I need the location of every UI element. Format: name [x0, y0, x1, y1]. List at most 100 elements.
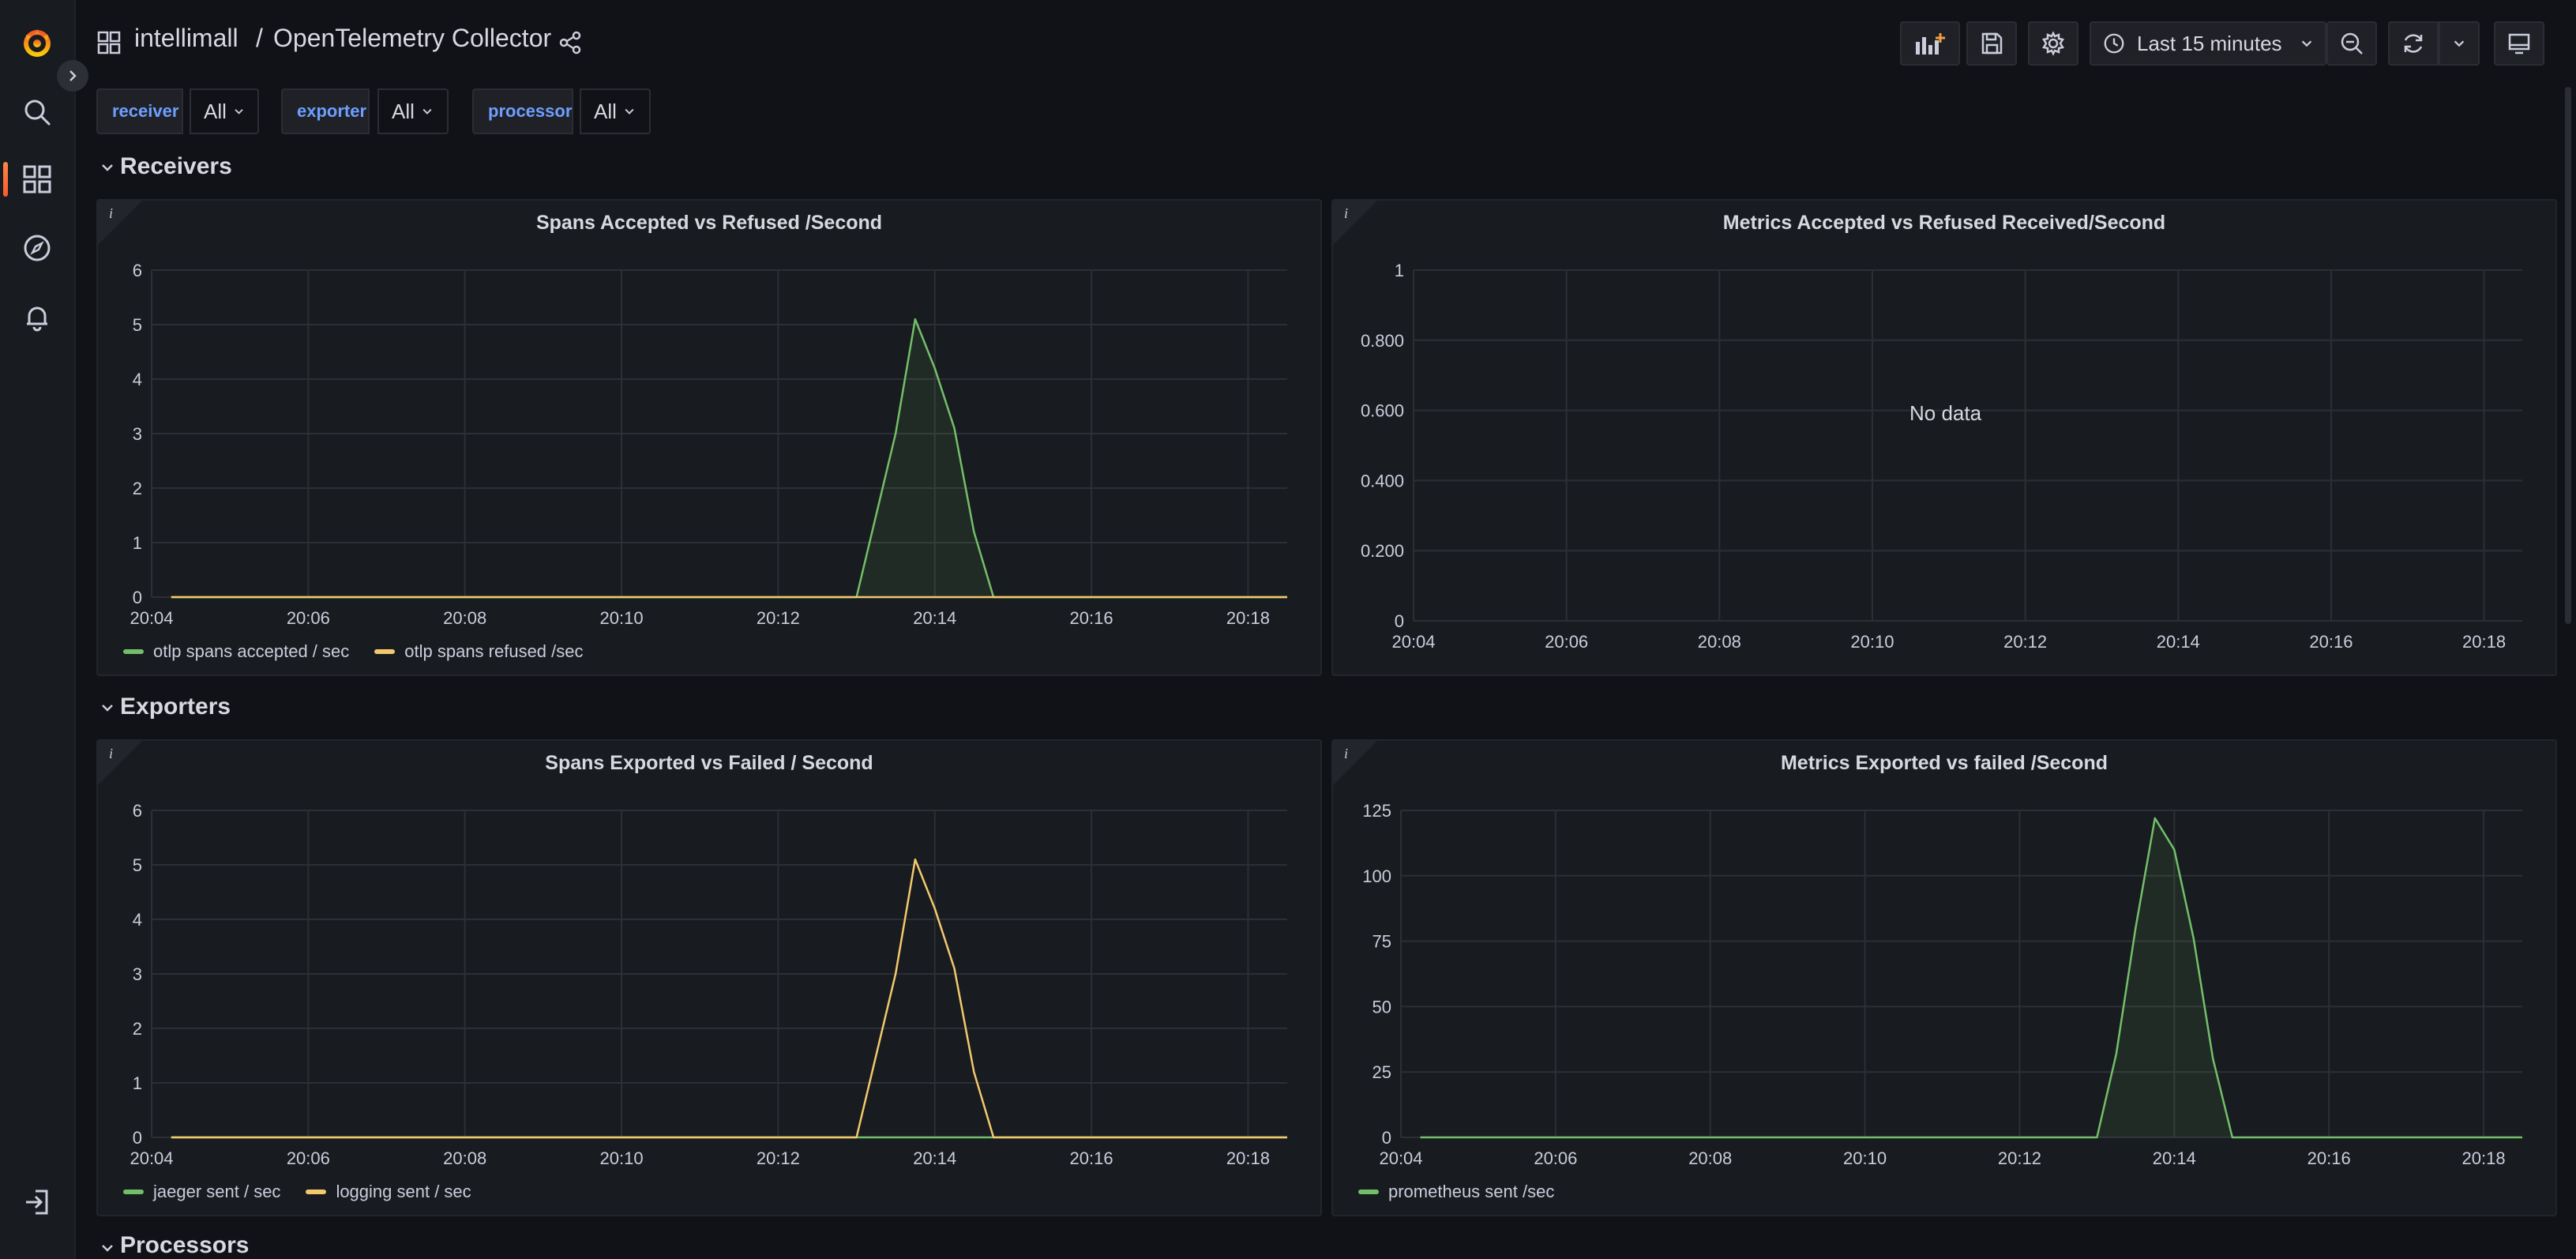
x-tick-label: 20:06: [287, 1148, 330, 1168]
panel-spans-accepted-refused[interactable]: i Spans Accepted vs Refused /Second 0123…: [96, 199, 1322, 676]
chevron-right-icon: [69, 70, 77, 81]
save-dashboard-button[interactable]: [1966, 21, 2017, 66]
share-icon[interactable]: [558, 30, 583, 55]
chart-area[interactable]: 0 1 2 3 4 5 6 20:04 20:06 20:08 20:10 20:12 20:14 20:…: [98, 201, 1320, 675]
chevron-down-icon: [625, 108, 634, 115]
x-tick-label: 20:06: [287, 608, 330, 628]
legend-label: prometheus sent /sec: [1388, 1182, 1555, 1201]
add-panel-button[interactable]: [1900, 21, 1960, 66]
save-icon: [1981, 32, 2003, 54]
chart-area[interactable]: 0 1 2 3 4 5 6 20:04 20:06 20:08 20:10 20:12 20:14 20:…: [98, 741, 1320, 1215]
dashboards-icon[interactable]: [13, 156, 61, 203]
chart-area[interactable]: 0 25 50 75 100 125 20:04 20:06 20:08 20:10 20:12 20…: [1333, 741, 2555, 1215]
legend-item[interactable]: otlp spans accepted / sec: [123, 641, 349, 662]
refresh-button[interactable]: [2388, 21, 2439, 66]
series-area: [171, 319, 1287, 597]
page-scrollbar[interactable]: [2565, 87, 2571, 624]
x-tick-label: 20:10: [600, 608, 644, 628]
y-tick-label: 2: [133, 1019, 142, 1039]
legend-swatch: [123, 649, 144, 654]
y-tick-label: 3: [133, 424, 142, 444]
variable-receiver-value: All: [204, 99, 227, 123]
variable-receiver-select[interactable]: All: [190, 88, 259, 134]
x-tick-label: 20:08: [1698, 632, 1741, 652]
y-tick-label: 75: [1372, 932, 1391, 952]
y-tick-label: 0.200: [1361, 541, 1404, 561]
variable-processor-value: All: [594, 99, 617, 123]
y-tick-label: 25: [1372, 1062, 1391, 1082]
x-tick-label: 20:10: [600, 1148, 644, 1168]
x-tick-label: 20:12: [757, 1148, 800, 1168]
row-exporters-chevron-icon[interactable]: [100, 700, 115, 716]
row-receivers-title[interactable]: Receivers: [120, 153, 232, 180]
y-tick-label: 50: [1372, 997, 1391, 1017]
sidebar: [0, 0, 76, 1259]
panel-metrics-accepted-refused[interactable]: i Metrics Accepted vs Refused Received/S…: [1331, 199, 2557, 676]
row-exporters-title[interactable]: Exporters: [120, 693, 231, 720]
y-tick-label: 0: [1382, 1128, 1391, 1148]
chevron-down-icon: [2454, 40, 2465, 47]
legend-item[interactable]: prometheus sent /sec: [1358, 1182, 1554, 1202]
variable-processor-select[interactable]: All: [580, 88, 651, 134]
x-tick-label: 20:18: [2462, 1148, 2506, 1168]
zoom-out-button[interactable]: [2326, 21, 2377, 66]
panel-metrics-exported-failed[interactable]: i Metrics Exported vs failed /Second 0 25…: [1331, 739, 2557, 1216]
legend-item[interactable]: jaeger sent / sec: [123, 1182, 280, 1202]
y-tick-label: 0.400: [1361, 471, 1404, 490]
y-tick-label: 0.600: [1361, 401, 1404, 421]
variable-processor-label: processor: [472, 88, 573, 134]
x-tick-label: 20:12: [757, 608, 800, 628]
y-tick-label: 1: [133, 533, 142, 553]
search-icon[interactable]: [13, 88, 61, 136]
dashboard-grid-icon: [97, 31, 121, 54]
breadcrumb-dashboard-title[interactable]: OpenTelemetry Collector: [273, 24, 551, 53]
row-receivers-chevron-icon[interactable]: [100, 160, 115, 175]
x-tick-label: 20:10: [1850, 632, 1894, 652]
variable-exporter-label: exporter: [281, 88, 370, 134]
legend-item[interactable]: logging sent / sec: [306, 1182, 471, 1202]
time-picker-button[interactable]: Last 15 minutes: [2090, 21, 2326, 66]
sign-in-icon[interactable]: [13, 1178, 61, 1226]
zoom-out-icon: [2341, 32, 2363, 54]
y-tick-label: 5: [133, 855, 142, 875]
monitor-icon: [2508, 33, 2530, 54]
y-tick-label: 6: [133, 261, 142, 280]
y-tick-label: 1: [133, 1073, 142, 1093]
y-tick-label: 0: [133, 588, 142, 607]
y-tick-label: 4: [133, 910, 142, 930]
dashboard-settings-button[interactable]: [2028, 21, 2078, 66]
chart-area[interactable]: 0 0.200 0.400 0.600 0.800 1 20:04 20:06 20:08 20:…: [1333, 201, 2555, 675]
x-tick-label: 20:14: [2157, 632, 2200, 652]
chevron-down-icon: [422, 108, 432, 115]
series-line[interactable]: [1420, 817, 2523, 1139]
x-tick-label: 20:04: [1391, 632, 1435, 652]
variable-exporter-select[interactable]: All: [377, 88, 449, 134]
expand-sidebar-button[interactable]: [57, 60, 88, 92]
chevron-down-icon: [235, 109, 243, 115]
x-tick-label: 20:16: [1070, 1148, 1113, 1168]
series-line[interactable]: [171, 318, 1287, 599]
tv-mode-button[interactable]: [2494, 21, 2544, 66]
clock-icon: [2104, 33, 2124, 54]
legend-swatch: [123, 1189, 144, 1194]
x-tick-label: 20:16: [1070, 608, 1113, 628]
breadcrumb-folder[interactable]: intellimall: [134, 24, 238, 53]
legend-item[interactable]: otlp spans refused /sec: [374, 641, 584, 662]
x-tick-label: 20:10: [1843, 1148, 1887, 1168]
x-tick-label: 20:16: [2308, 1148, 2351, 1168]
x-tick-label: 20:08: [443, 1148, 486, 1168]
x-tick-label: 20:12: [2003, 632, 2047, 652]
refresh-interval-dropdown[interactable]: [2439, 21, 2480, 66]
row-processors-chevron-icon[interactable]: [100, 1240, 115, 1256]
series-area: [1420, 817, 2522, 1137]
row-processors-title[interactable]: Processors: [120, 1232, 249, 1259]
x-tick-label: 20:08: [1688, 1148, 1732, 1168]
x-tick-label: 20:04: [130, 1148, 173, 1168]
chart-legend: otlp spans accepted / sec otlp spans refu…: [123, 641, 598, 662]
grafana-logo-icon[interactable]: [13, 19, 61, 66]
alerting-bell-icon[interactable]: [13, 294, 61, 341]
panel-spans-exported-failed[interactable]: i Spans Exported vs Failed / Second 0123…: [96, 739, 1322, 1216]
series-line[interactable]: [171, 858, 1287, 1139]
legend-swatch: [1358, 1189, 1379, 1194]
explore-compass-icon[interactable]: [13, 224, 61, 272]
